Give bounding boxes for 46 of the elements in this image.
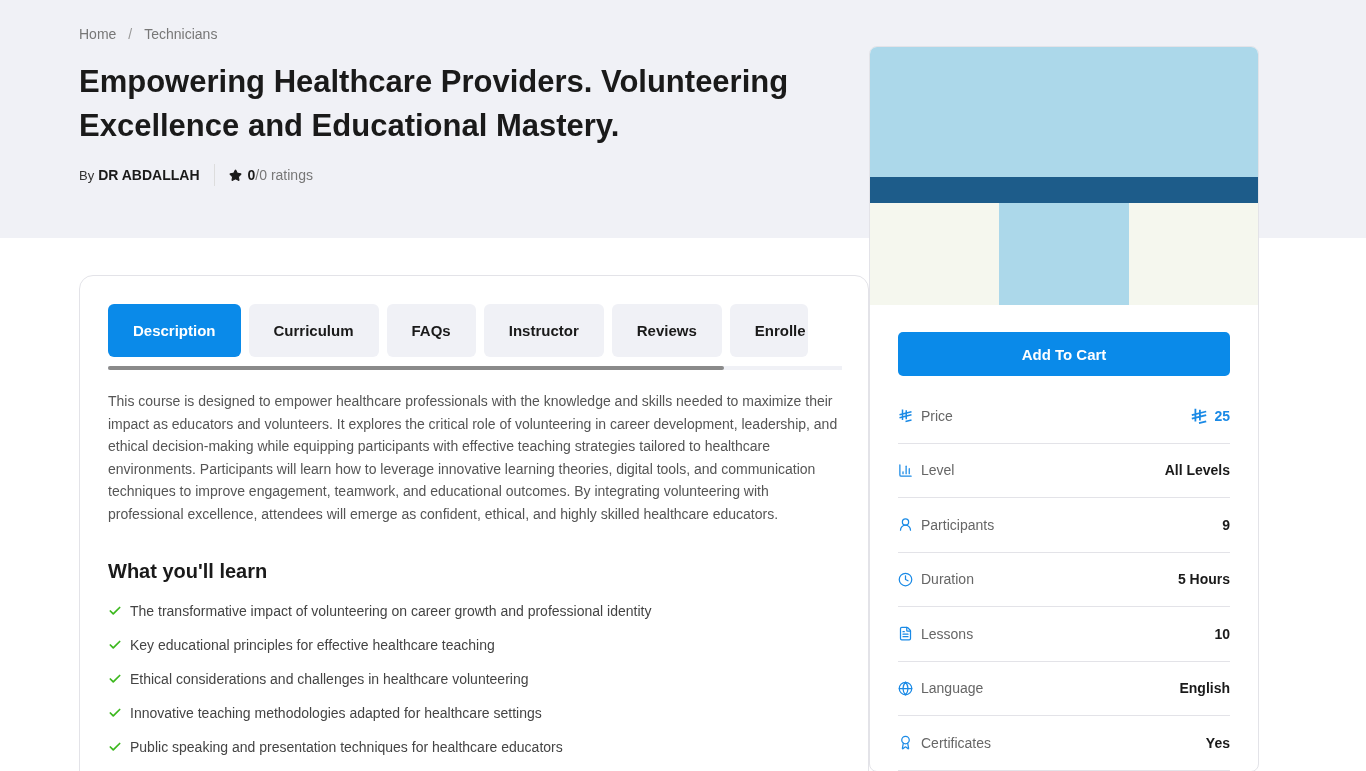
star-icon [228,168,242,182]
breadcrumb-link[interactable]: Home [79,26,117,42]
detail-value: English [1179,680,1230,697]
currency-icon [1190,406,1209,425]
detail-label: Duration [921,571,974,588]
scrollbar-thumb[interactable] [108,366,724,370]
breadcrumb-link[interactable]: Technicians [144,26,218,42]
detail-value: 9 [1222,516,1230,533]
tab[interactable]: Curriculum [248,304,379,357]
breadcrumb-separator: / [128,26,133,42]
tab[interactable]: Reviews [611,304,722,357]
course-title: Empowering Healthcare Providers. Volunteering Excellence and Educational Mastery. [79,63,790,145]
add-to-cart-button[interactable]: Add To Cart [898,332,1230,376]
certificate-icon [898,735,913,751]
price-value: 25 [1214,407,1230,424]
by-label: By [79,167,95,183]
rating-value: 0 [247,167,256,183]
level-icon [898,462,913,478]
author-link[interactable]: DR ABDALLAH [98,167,200,183]
tab[interactable]: Description [108,304,241,357]
tab[interactable]: Enrolle [729,304,808,357]
detail-value: 10 [1214,625,1230,642]
participants-icon [898,517,913,533]
detail-label: Certificates [921,734,992,751]
detail-value: Yes [1205,734,1230,751]
document-icon [898,626,913,642]
detail-label: Lessons [921,625,974,642]
detail-value: All Levels [1164,462,1230,479]
detail-label: Level [921,462,955,479]
learning-item: Public speaking and presentation techniques for healthcare educators [130,737,563,757]
tab[interactable]: FAQs [386,304,476,357]
detail-label: Price [921,407,953,424]
course-description: This course is designed to empower healthcare professionals with the knowledge and skills needed to maximize their impact as educators and volunteers. It explores the critical role of volunteering in career development, leadership, and ethical decision-making while equipping participants with effective teaching strategies tailored to healthcare environments. Participants will learn how to leverage innovative learning theories, digital tools, and communication techniques to improve engagement, teamwork, and educational outcomes. By integrating volunteering with professional excellence, attendees will emerge as confident, ethical, and highly skilled healthcare educators. [108,392,839,524]
tab[interactable]: Instructor [483,304,604,357]
detail-label: Language [921,680,984,697]
learning-item: Ethical considerations and challenges in healthcare volunteering [130,669,529,689]
detail-value: 5 Hours [1177,571,1230,588]
learning-item: The transformative impact of volunteering on career growth and professional identity [130,601,652,621]
globe-icon [898,680,913,696]
learning-item: Key educational principles for effective healthcare teaching [130,635,495,655]
section-heading: What you'll learn [108,559,269,583]
learning-item: Innovative teaching methodologies adapted for healthcare settings [130,703,542,723]
clock-icon [898,571,913,587]
currency-icon [898,408,913,424]
rating-count: /0 ratings [255,167,313,183]
detail-label: Participants [921,516,995,533]
